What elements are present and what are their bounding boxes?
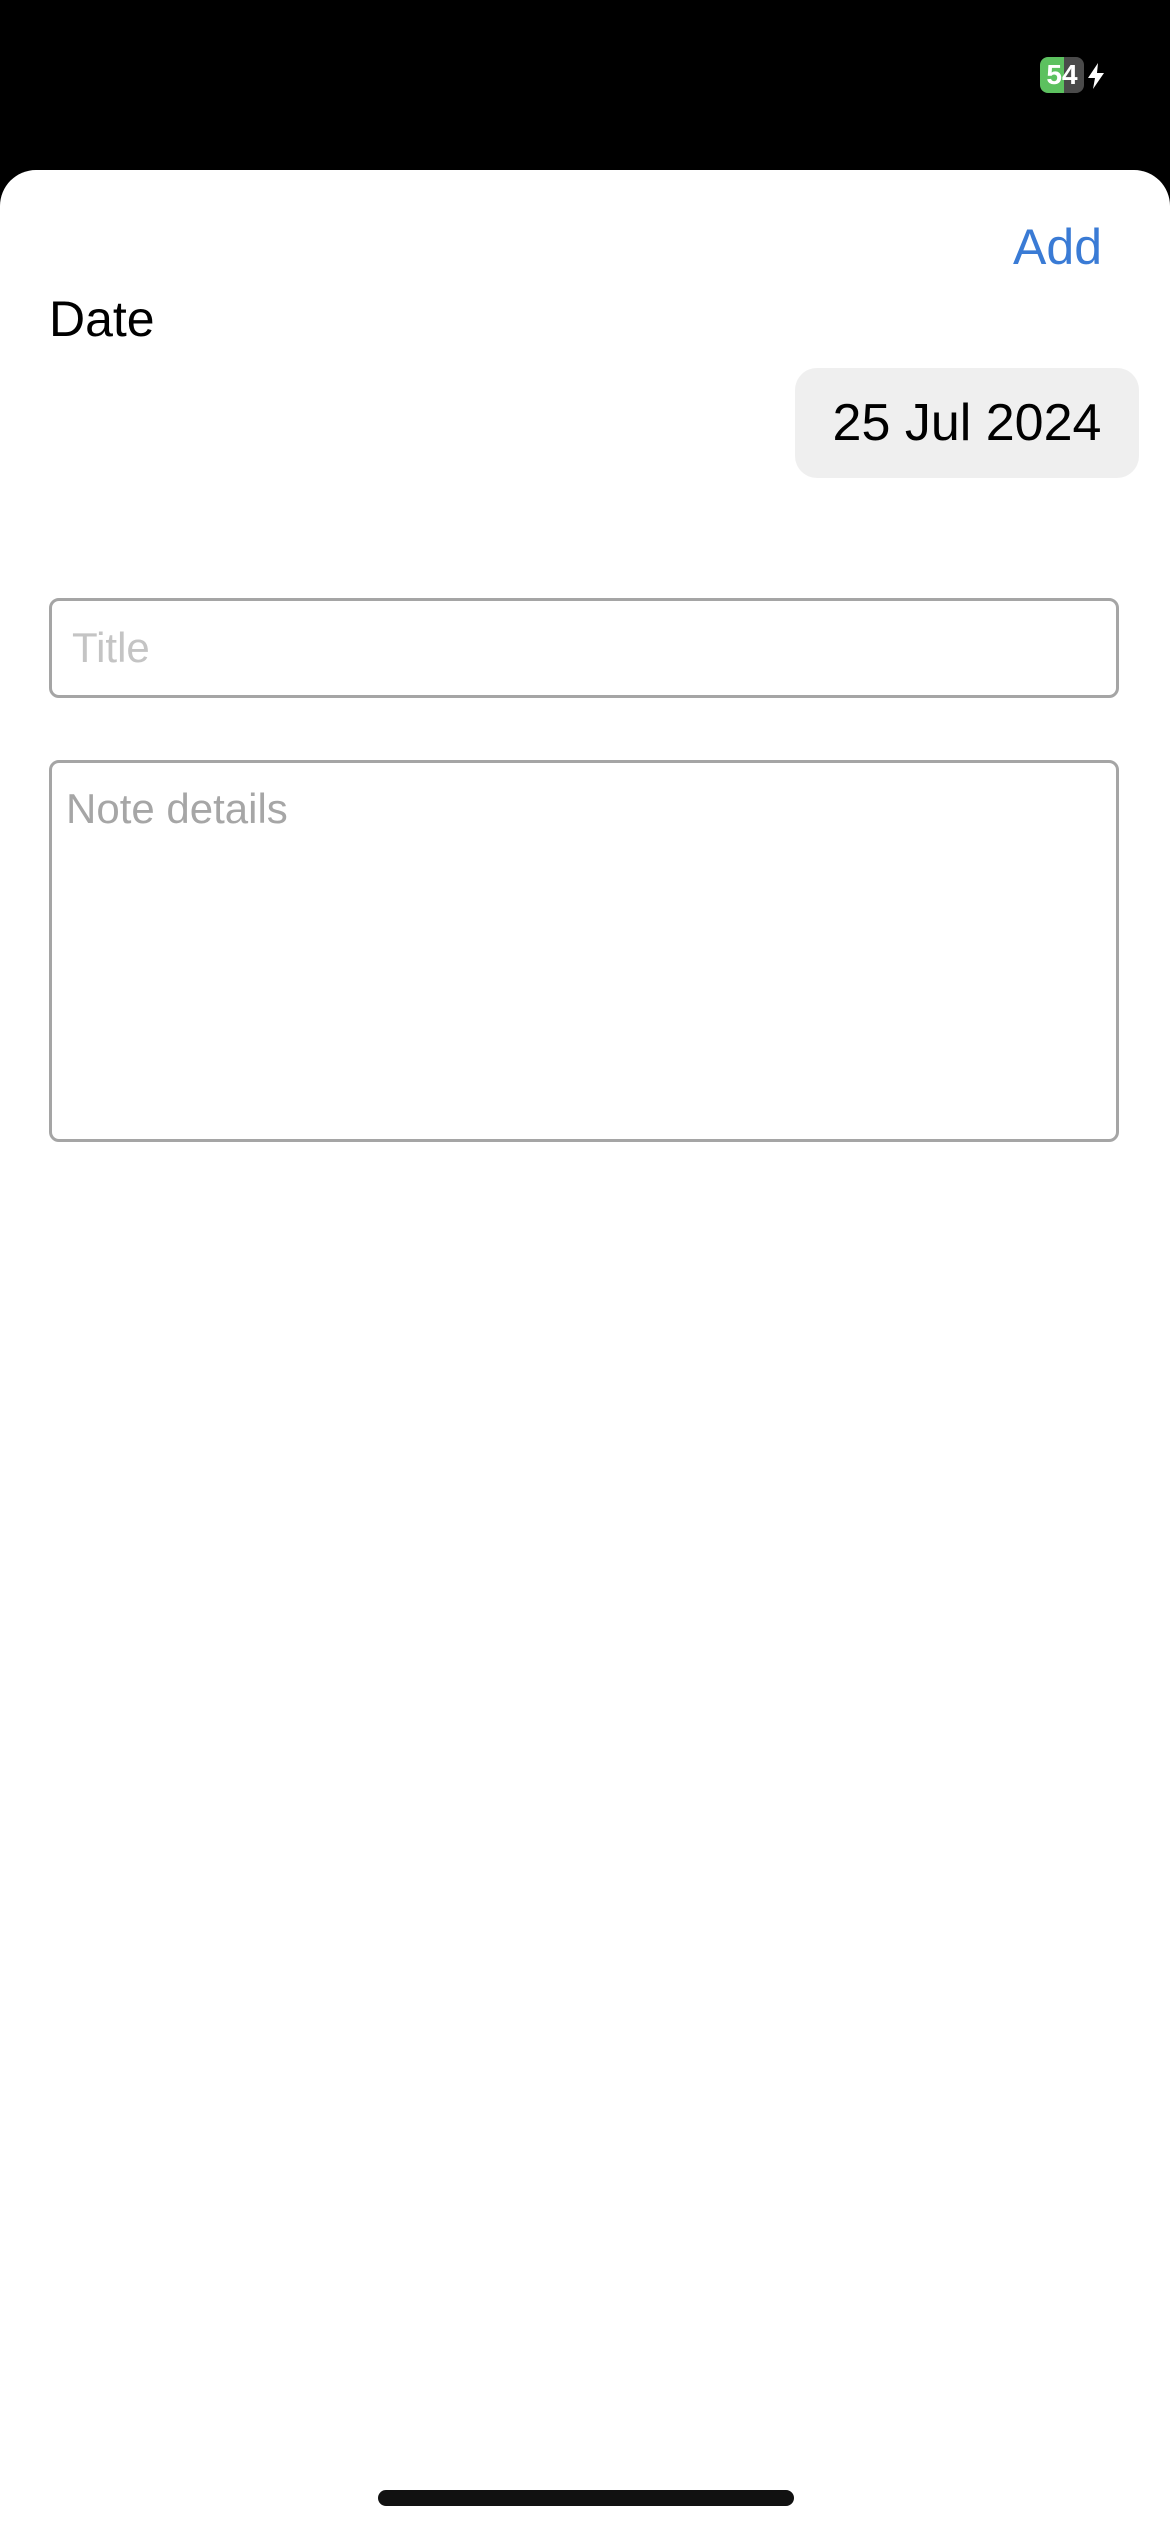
date-picker-button[interactable]: 25 Jul 2024 [795,368,1139,478]
note-details-input[interactable] [49,760,1119,1142]
add-button[interactable]: Add [1013,218,1102,276]
bolt-icon [1088,63,1104,89]
title-input[interactable] [49,598,1119,698]
battery-body: 54 [1040,57,1084,93]
home-indicator[interactable] [378,2490,794,2506]
status-bar: 54 [0,0,1170,170]
battery-level-text: 54 [1046,59,1078,90]
date-value: 25 Jul 2024 [832,394,1102,452]
add-note-sheet: Add Date 25 Jul 2024 [0,170,1170,2532]
date-label: Date [49,291,155,347]
screen: 54 Add Date 25 Jul 2024 [0,0,1170,2532]
battery-indicator: 54 [1040,57,1108,93]
